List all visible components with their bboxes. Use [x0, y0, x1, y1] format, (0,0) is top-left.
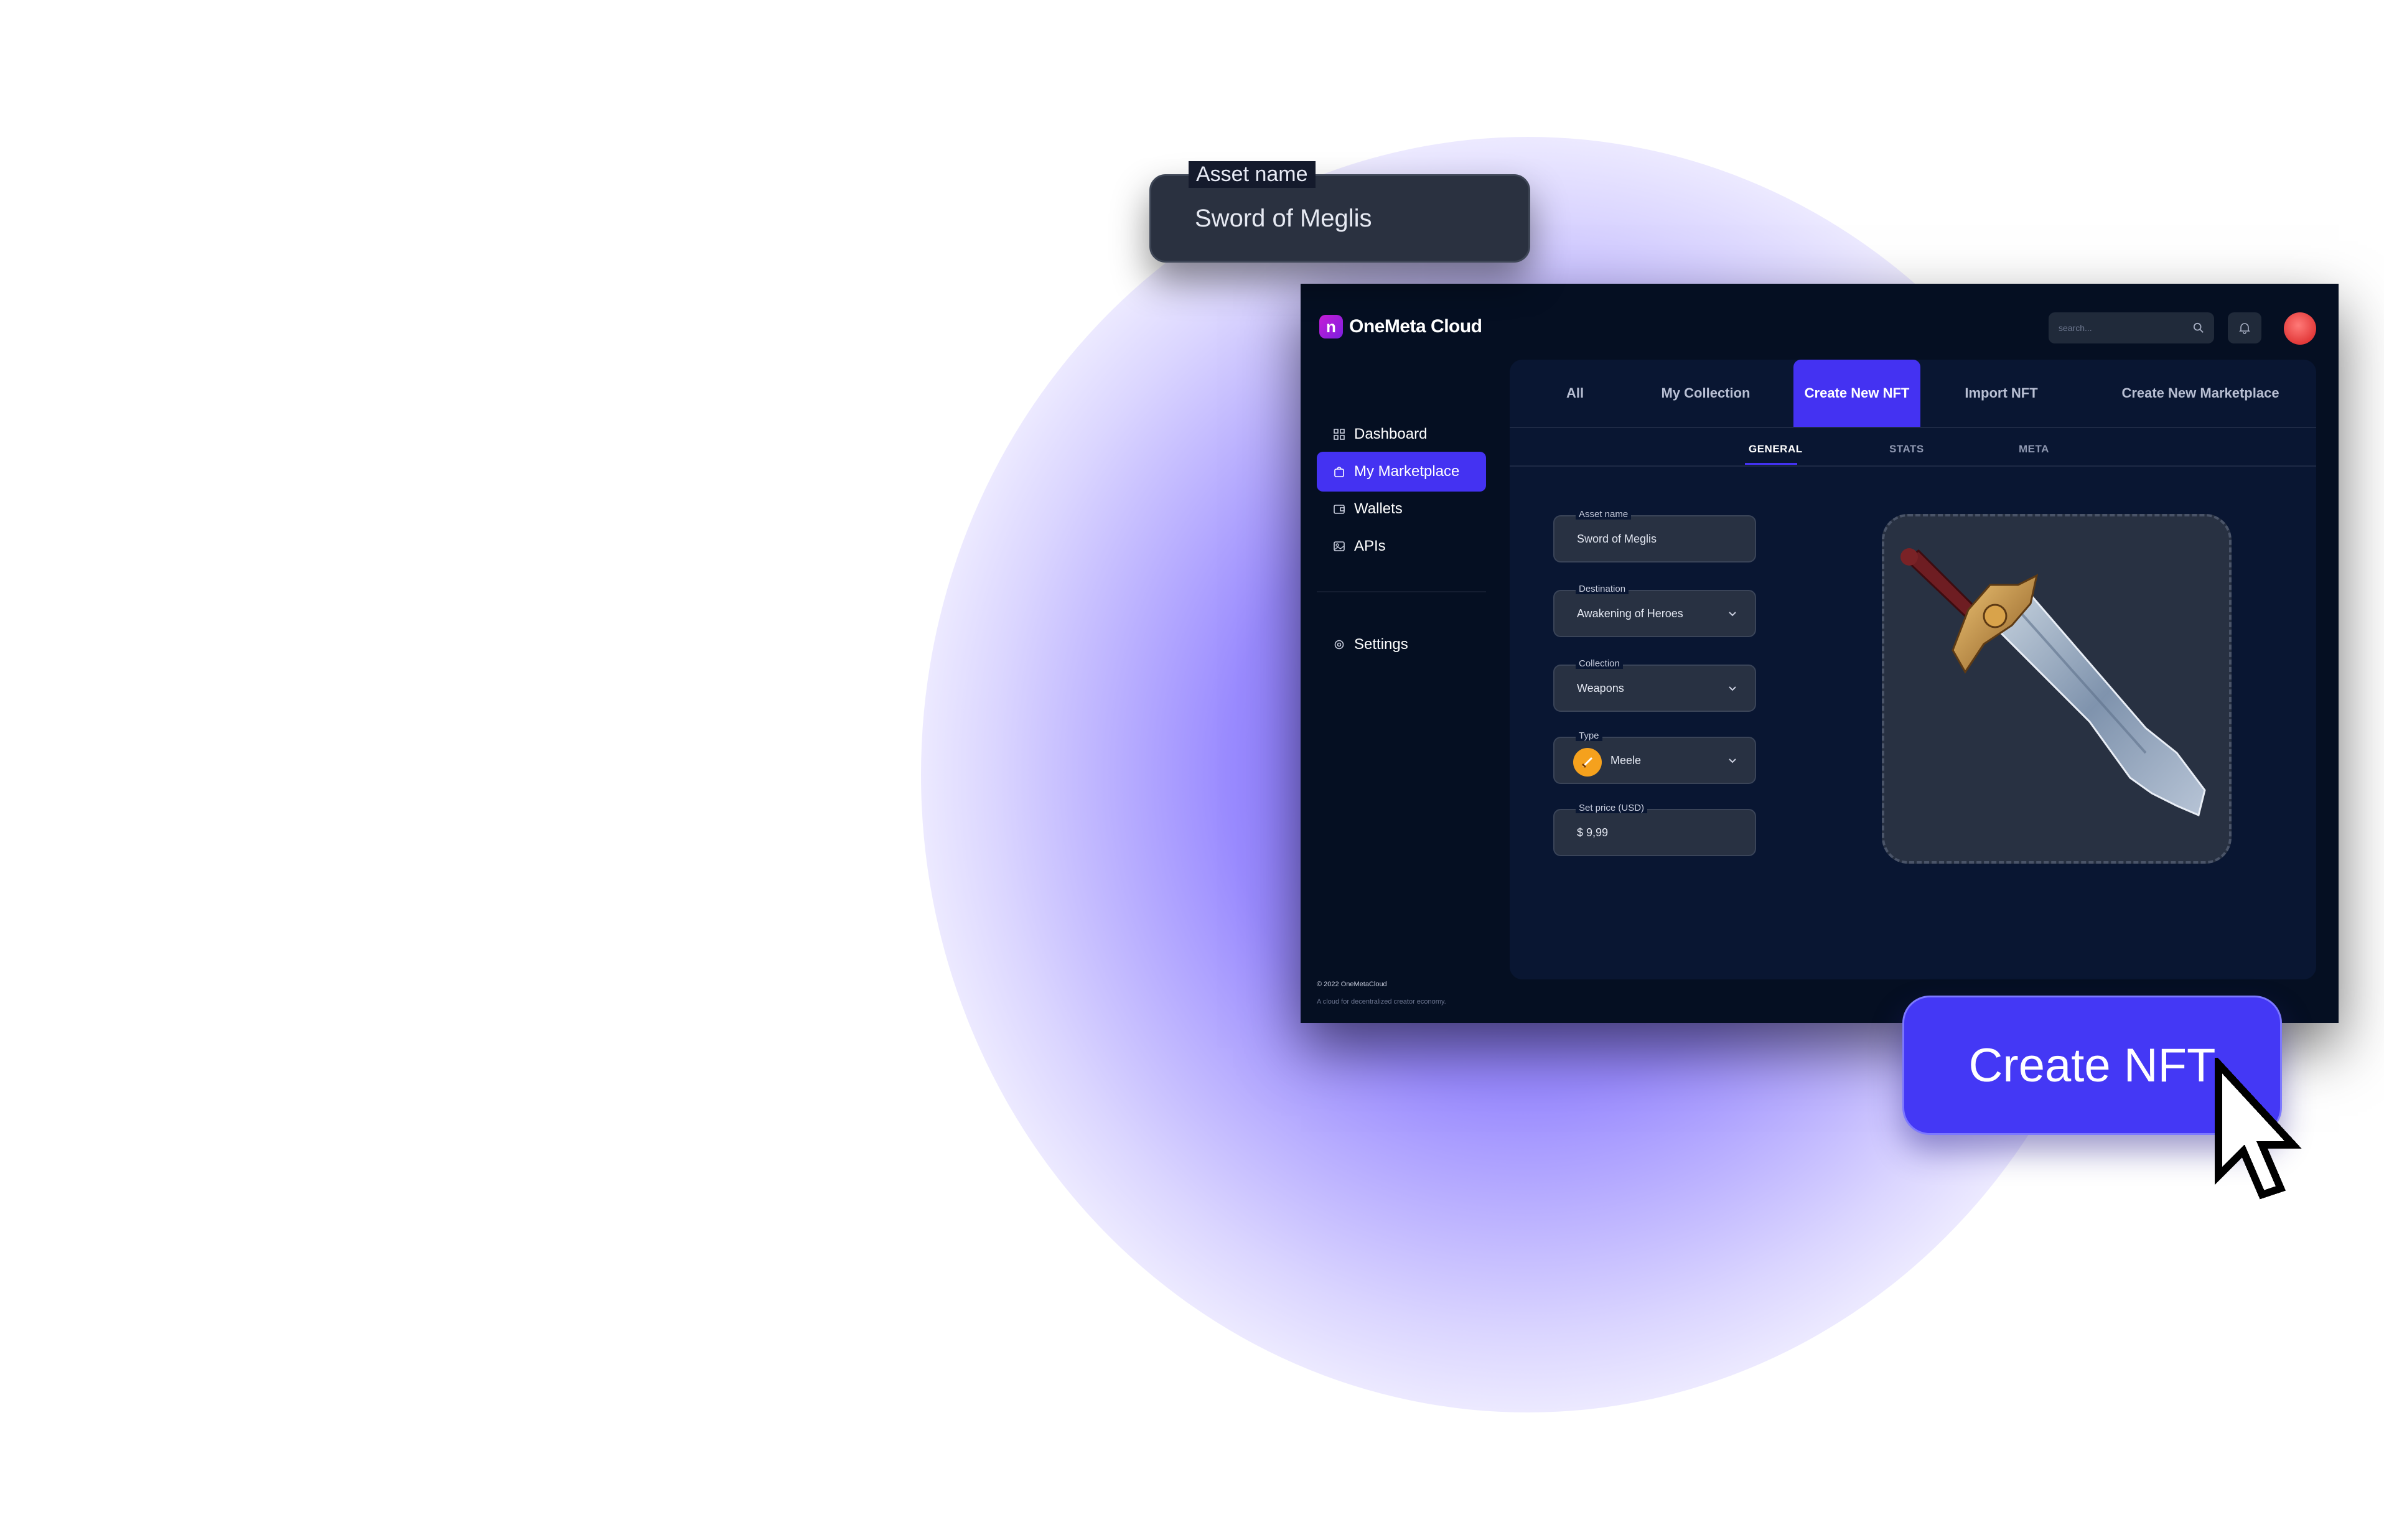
shopping-bag-icon	[1334, 467, 1344, 477]
brand[interactable]: n OneMeta Cloud	[1319, 315, 1482, 338]
chevron-down-icon	[1729, 758, 1736, 763]
field-label: Collection	[1576, 658, 1623, 669]
sidebar-item-settings[interactable]: Settings	[1317, 625, 1486, 665]
type-select[interactable]: Type Meele	[1553, 730, 1756, 784]
floating-card-value: Sword of Meglis	[1195, 205, 1372, 232]
tab-create-new-marketplace[interactable]: Create New Marketplace	[2095, 360, 2306, 427]
tab-my-collection[interactable]: My Collection	[1634, 360, 1777, 427]
field-label: Destination	[1576, 584, 1629, 594]
tabs-divider	[1510, 427, 2316, 428]
sidebar-item-apis[interactable]: APIs	[1317, 526, 1486, 566]
field-value: Weapons	[1577, 682, 1624, 694]
price-field[interactable]: Set price (USD) $ 9,99	[1553, 803, 1756, 856]
sword-type-icon	[1573, 748, 1602, 777]
stage: n OneMeta Cloud search... Dashboard My M…	[0, 0, 2384, 1540]
sidebar-item-label: Settings	[1354, 636, 1408, 653]
destination-select[interactable]: Destination Awakening of Heroes	[1553, 584, 1756, 637]
field-value: Awakening of Heroes	[1577, 607, 1683, 620]
sidebar-item-label: Dashboard	[1354, 426, 1428, 442]
sidebar-item-label: Wallets	[1354, 500, 1403, 517]
tab-create-new-nft[interactable]: Create New NFT	[1793, 360, 1920, 427]
field-label: Type	[1576, 730, 1602, 741]
field-label: Set price (USD)	[1576, 803, 1648, 813]
collection-select[interactable]: Collection Weapons	[1553, 658, 1756, 712]
subtab-active-indicator	[1745, 463, 1797, 465]
nft-image-dropzone[interactable]	[1882, 514, 2232, 864]
footer-copyright: © 2022 OneMetaCloud	[1317, 981, 1387, 988]
sidebar-item-label: APIs	[1354, 538, 1386, 554]
search-icon	[2193, 322, 2204, 333]
avatar[interactable]	[2284, 312, 2316, 345]
chevron-down-icon	[1729, 686, 1736, 691]
asset-name-floating-card[interactable]: Asset name Sword of Meglis	[1149, 161, 1530, 263]
field-value: $ 9,99	[1577, 826, 1609, 839]
field-value: Sword of Meglis	[1577, 533, 1657, 545]
gear-icon	[1334, 640, 1344, 650]
subtab-general[interactable]: GENERAL	[1749, 443, 1803, 455]
field-label: Asset name	[1576, 509, 1632, 520]
bell-icon	[2239, 323, 2250, 334]
brand-logo-icon: n	[1319, 315, 1343, 338]
wallet-icon	[1334, 505, 1345, 514]
grid-icon	[1334, 429, 1345, 440]
app-window: n OneMeta Cloud search... Dashboard My M…	[1301, 284, 2339, 1023]
subtab-stats[interactable]: STATS	[1889, 443, 1924, 455]
sword-image	[1900, 548, 2206, 817]
floating-card-label: Asset name	[1189, 161, 1316, 188]
search-placeholder: search...	[2059, 323, 2092, 333]
notifications-button[interactable]	[2228, 312, 2261, 343]
tab-import-nft[interactable]: Import NFT	[1939, 360, 2064, 427]
chevron-down-icon	[1729, 612, 1736, 617]
cursor-arrow-icon	[2215, 1058, 2302, 1200]
field-value: Meele	[1610, 754, 1642, 767]
sidebar-item-wallets[interactable]: Wallets	[1317, 489, 1486, 529]
sidebar-item-label: My Marketplace	[1354, 463, 1460, 480]
tab-all[interactable]: All	[1547, 360, 1603, 427]
api-icon	[1334, 541, 1345, 551]
subtabs-divider	[1510, 465, 2316, 467]
search-input[interactable]: search...	[2049, 312, 2214, 343]
brand-name: OneMeta Cloud	[1349, 316, 1482, 337]
sidebar-item-my-marketplace[interactable]: My Marketplace	[1317, 452, 1486, 492]
subtab-meta[interactable]: META	[2019, 443, 2049, 455]
footer-tagline: A cloud for decentralized creator econom…	[1317, 998, 1446, 1006]
sidebar-divider	[1317, 591, 1486, 592]
sidebar-item-dashboard[interactable]: Dashboard	[1317, 414, 1486, 454]
asset-name-field[interactable]: Asset name Sword of Meglis	[1553, 509, 1756, 562]
main-panel: All My Collection Create New NFT Import …	[1510, 360, 2316, 979]
